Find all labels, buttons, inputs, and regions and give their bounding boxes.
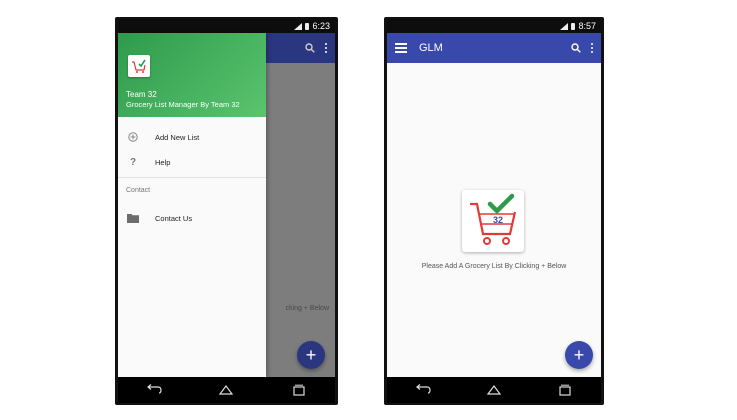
menu-icon[interactable] bbox=[395, 43, 407, 53]
system-nav-bar bbox=[387, 377, 601, 403]
right-phone-screen: 8:57 GLM 32 Please Add A Grocery List By… bbox=[387, 19, 601, 403]
drawer-team-name: Team 32 bbox=[126, 90, 157, 99]
signal-icon bbox=[294, 22, 303, 30]
folder-icon bbox=[127, 213, 139, 223]
add-icon: + bbox=[573, 345, 585, 365]
add-icon: + bbox=[305, 345, 317, 365]
drawer-item-add-new-list[interactable]: Add New List bbox=[118, 127, 266, 147]
right-phone-frame: 8:57 GLM 32 Please Add A Grocery List By… bbox=[384, 17, 604, 405]
left-phone-screen: 6:23 cking + Below + Team 32 Grocery Lis… bbox=[118, 19, 335, 403]
signal-icon bbox=[560, 22, 569, 30]
battery-icon bbox=[571, 22, 576, 30]
logo-number: 32 bbox=[493, 215, 503, 225]
status-time: 6:23 bbox=[312, 21, 330, 31]
left-phone-frame: 6:23 cking + Below + Team 32 Grocery Lis… bbox=[115, 17, 338, 405]
add-list-fab[interactable]: + bbox=[297, 341, 325, 369]
drawer-header: Team 32 Grocery List Manager By Team 32 bbox=[118, 33, 266, 117]
empty-state-message: Please Add A Grocery List By Clicking + … bbox=[421, 263, 567, 270]
drawer-divider bbox=[118, 177, 266, 178]
search-icon[interactable] bbox=[571, 43, 581, 53]
drawer-item-label: Help bbox=[155, 157, 171, 167]
status-bar: 8:57 bbox=[387, 19, 601, 33]
status-time: 8:57 bbox=[578, 21, 596, 31]
background-empty-message: cking + Below bbox=[285, 305, 329, 312]
status-bar: 6:23 bbox=[118, 19, 335, 33]
drawer-section-contact: Contact bbox=[126, 187, 151, 194]
navigation-drawer: Team 32 Grocery List Manager By Team 32 … bbox=[118, 33, 266, 377]
drawer-item-contact-us[interactable]: Contact Us bbox=[118, 208, 266, 228]
app-title: GLM bbox=[419, 42, 443, 54]
recents-icon[interactable] bbox=[290, 384, 308, 396]
more-options-icon[interactable] bbox=[325, 43, 327, 53]
drawer-item-help[interactable]: ? Help bbox=[118, 152, 266, 172]
search-icon[interactable] bbox=[305, 43, 315, 53]
add-list-fab[interactable]: + bbox=[565, 341, 593, 369]
add-circle-icon bbox=[127, 132, 139, 142]
system-nav-bar bbox=[118, 377, 335, 403]
back-icon[interactable] bbox=[145, 384, 163, 396]
drawer-item-label: Add New List bbox=[155, 132, 200, 142]
recents-icon[interactable] bbox=[556, 384, 574, 396]
app-logo: 32 bbox=[462, 190, 524, 252]
app-bar: GLM bbox=[387, 33, 601, 63]
app-logo bbox=[128, 55, 150, 77]
drawer-subtitle: Grocery List Manager By Team 32 bbox=[126, 100, 240, 109]
help-icon: ? bbox=[129, 156, 137, 168]
battery-icon bbox=[305, 22, 310, 30]
home-icon[interactable] bbox=[217, 384, 235, 396]
drawer-item-label: Contact Us bbox=[155, 213, 193, 223]
back-icon[interactable] bbox=[414, 384, 432, 396]
more-options-icon[interactable] bbox=[591, 43, 593, 53]
home-icon[interactable] bbox=[485, 384, 503, 396]
